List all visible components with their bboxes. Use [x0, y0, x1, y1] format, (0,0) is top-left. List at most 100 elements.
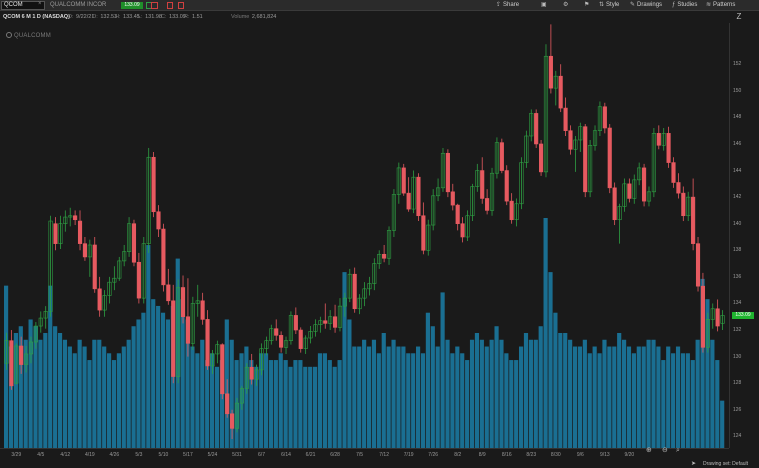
candle[interactable]: [333, 304, 338, 333]
candle[interactable]: [195, 284, 200, 317]
candle[interactable]: [529, 109, 534, 142]
candle[interactable]: [646, 186, 652, 207]
candle[interactable]: [274, 319, 279, 341]
candle[interactable]: [573, 135, 578, 172]
candle[interactable]: [632, 174, 637, 204]
candle[interactable]: [102, 290, 107, 317]
candle[interactable]: [720, 310, 725, 331]
flag-button[interactable]: ⚑: [584, 0, 591, 11]
zoom-in-icon[interactable]: ⊕: [646, 446, 652, 456]
candle[interactable]: [656, 125, 661, 150]
candle[interactable]: [377, 250, 382, 269]
patterns-button[interactable]: ≋ Patterns: [706, 0, 735, 11]
candle[interactable]: [480, 157, 485, 204]
candle[interactable]: [352, 267, 357, 313]
alert-indicator-2[interactable]: [178, 2, 184, 9]
candle[interactable]: [171, 284, 176, 384]
candle[interactable]: [681, 186, 686, 222]
candle[interactable]: [583, 124, 588, 198]
candle[interactable]: [328, 310, 333, 331]
candle[interactable]: [146, 147, 151, 253]
candle[interactable]: [313, 319, 318, 337]
candle[interactable]: [612, 182, 617, 226]
candle[interactable]: [470, 183, 475, 222]
candle[interactable]: [161, 223, 166, 292]
candle[interactable]: [406, 177, 411, 212]
candle[interactable]: [426, 219, 431, 256]
candle[interactable]: [416, 173, 421, 222]
candle[interactable]: [382, 244, 387, 263]
drawings-button[interactable]: ✎ Drawings: [630, 0, 662, 11]
drawing-set-status[interactable]: Drawing set: Default: [703, 460, 748, 468]
candle[interactable]: [637, 162, 642, 186]
candle[interactable]: [288, 311, 293, 345]
candle[interactable]: [122, 244, 127, 267]
candle[interactable]: [200, 292, 205, 325]
candle[interactable]: [82, 237, 87, 261]
zoom-axis-icon[interactable]: Z: [733, 11, 745, 23]
candle[interactable]: [269, 324, 274, 345]
candle[interactable]: [676, 173, 681, 199]
candle[interactable]: [671, 157, 676, 188]
candle[interactable]: [553, 70, 558, 106]
candle[interactable]: [308, 326, 313, 344]
candle[interactable]: [117, 256, 122, 281]
candle[interactable]: [77, 210, 83, 251]
candle[interactable]: [431, 189, 436, 231]
candle[interactable]: [73, 210, 78, 226]
candle[interactable]: [43, 306, 48, 329]
candle[interactable]: [597, 101, 602, 136]
candle[interactable]: [87, 239, 92, 277]
candle[interactable]: [588, 139, 593, 198]
style-button[interactable]: ⇅ Style: [599, 0, 619, 11]
candle[interactable]: [642, 163, 647, 207]
candle[interactable]: [53, 217, 58, 251]
candle[interactable]: [504, 165, 509, 206]
candle[interactable]: [563, 97, 568, 136]
candle[interactable]: [519, 157, 524, 210]
candle[interactable]: [318, 316, 323, 333]
candle[interactable]: [401, 163, 406, 196]
candle[interactable]: [58, 215, 63, 249]
candle[interactable]: [190, 296, 195, 350]
candle[interactable]: [460, 217, 465, 243]
candle[interactable]: [617, 203, 622, 244]
candle[interactable]: [264, 336, 269, 356]
candle[interactable]: [607, 124, 612, 194]
candle[interactable]: [337, 298, 343, 332]
candle[interactable]: [391, 189, 396, 237]
candle[interactable]: [578, 122, 583, 152]
candle[interactable]: [558, 64, 563, 113]
candle[interactable]: [357, 294, 362, 315]
candle[interactable]: [489, 167, 495, 216]
candle[interactable]: [509, 193, 514, 224]
studies-button[interactable]: ƒ Studies: [672, 0, 697, 11]
candle[interactable]: [602, 102, 607, 134]
candle[interactable]: [695, 237, 701, 292]
candle[interactable]: [68, 207, 73, 227]
candle[interactable]: [421, 202, 426, 255]
candle[interactable]: [293, 307, 298, 335]
candle[interactable]: [92, 237, 97, 293]
candle[interactable]: [215, 340, 220, 364]
candle[interactable]: [38, 311, 43, 333]
candle[interactable]: [127, 217, 132, 257]
reset-zoom-icon[interactable]: ⌕: [676, 446, 680, 456]
candle[interactable]: [494, 137, 499, 179]
candle[interactable]: [445, 149, 450, 198]
candle[interactable]: [151, 151, 156, 218]
candle[interactable]: [396, 162, 401, 204]
candle[interactable]: [450, 183, 455, 211]
price-axis[interactable]: 133.09 124 126 128 130 132 134 136 138 140 142 144…: [729, 23, 759, 448]
candle[interactable]: [666, 126, 671, 168]
candle[interactable]: [141, 237, 146, 304]
candle[interactable]: [107, 276, 112, 304]
candle[interactable]: [475, 163, 480, 192]
candle[interactable]: [627, 178, 632, 203]
settings-button[interactable]: ⚙: [563, 0, 570, 11]
close-icon[interactable]: ×: [38, 1, 42, 8]
candle[interactable]: [386, 226, 392, 265]
candle[interactable]: [514, 198, 519, 227]
layout-button[interactable]: ▣: [541, 0, 549, 11]
alert-indicator[interactable]: [167, 2, 173, 9]
